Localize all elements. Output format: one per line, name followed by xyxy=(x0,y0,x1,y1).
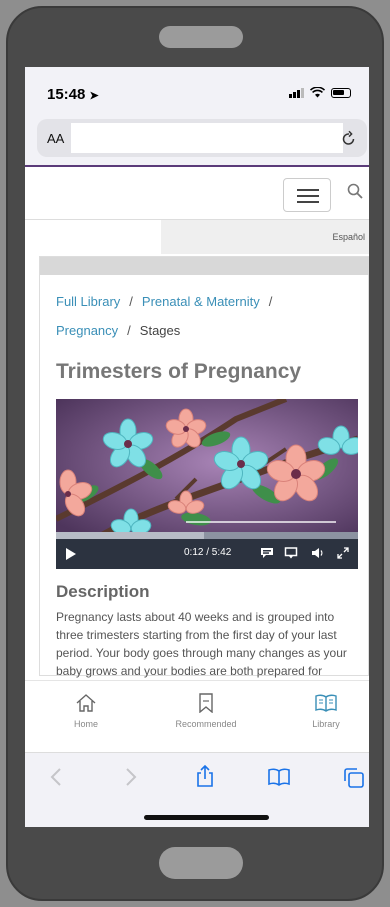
video-time: 0:12 / 5:42 xyxy=(184,547,232,558)
tab-recommended-label: Recommended xyxy=(175,719,237,729)
tab-home-label: Home xyxy=(73,719,98,729)
app-tab-bar: Home Recommended Library xyxy=(25,680,369,752)
breadcrumb-item-prenatal[interactable]: Prenatal & Maternity xyxy=(142,294,260,309)
breadcrumb-separator: / xyxy=(127,323,131,338)
language-link[interactable]: Español xyxy=(332,232,365,242)
play-icon[interactable] xyxy=(66,548,76,560)
status-icons xyxy=(289,87,351,98)
volume-icon[interactable] xyxy=(311,547,325,559)
breadcrumb-item-pregnancy[interactable]: Pregnancy xyxy=(56,323,118,338)
share-icon[interactable] xyxy=(195,764,215,788)
language-bar: Español xyxy=(25,219,369,254)
tab-library[interactable]: Library xyxy=(276,693,369,729)
phone-speaker xyxy=(159,26,243,48)
page-title: Trimesters of Pregnancy xyxy=(56,360,302,383)
status-bar: 15:48 ➤ xyxy=(25,67,369,115)
screen: 15:48 ➤ AA Español Full Library / Prenat… xyxy=(25,67,369,827)
status-time-text: 15:48 xyxy=(47,86,86,103)
signal-icon xyxy=(289,87,304,98)
wifi-icon xyxy=(310,87,325,98)
bookmark-icon xyxy=(199,693,213,713)
address-bar[interactable]: AA xyxy=(37,119,367,157)
video-player[interactable]: 0:12 / 5:42 xyxy=(56,399,358,569)
breadcrumb: Full Library / Prenatal & Maternity / Pregn… xyxy=(56,287,356,345)
fullscreen-icon[interactable] xyxy=(337,547,349,559)
tab-library-label: Library xyxy=(312,719,340,729)
breadcrumb-separator: / xyxy=(129,294,133,309)
description-text: Pregnancy lasts about 40 weeks and is gr… xyxy=(56,610,347,678)
content-topband xyxy=(40,257,369,275)
menu-button[interactable] xyxy=(283,178,331,212)
search-icon[interactable] xyxy=(347,183,363,199)
book-icon xyxy=(315,694,337,712)
home-indicator xyxy=(144,815,269,820)
url-field[interactable] xyxy=(71,123,343,153)
breadcrumb-separator: / xyxy=(268,294,273,309)
reload-icon[interactable] xyxy=(341,129,357,147)
tab-home[interactable]: Home xyxy=(36,693,136,729)
video-controls: 0:12 / 5:42 xyxy=(56,539,358,569)
description-heading: Description xyxy=(56,582,150,601)
tabs-icon[interactable] xyxy=(343,767,365,789)
phone-home-button xyxy=(159,847,243,879)
hamburger-icon-line xyxy=(297,201,319,203)
breadcrumb-item-full-library[interactable]: Full Library xyxy=(56,294,120,309)
forward-icon[interactable] xyxy=(125,767,137,787)
status-time: 15:48 ➤ xyxy=(47,86,99,103)
video-frame-image xyxy=(56,399,358,539)
bookmarks-icon[interactable] xyxy=(267,767,291,787)
tab-recommended[interactable]: Recommended xyxy=(156,693,256,729)
browser-address-area: AA xyxy=(25,115,369,167)
site-header xyxy=(25,169,369,219)
hamburger-icon xyxy=(297,189,319,191)
text-size-button[interactable]: AA xyxy=(47,131,64,146)
content-card: Full Library / Prenatal & Maternity / Pregn… xyxy=(39,256,369,678)
browser-toolbar xyxy=(25,752,369,827)
transcript-icon[interactable] xyxy=(284,547,298,559)
home-icon xyxy=(76,694,96,712)
location-arrow-icon: ➤ xyxy=(89,90,99,102)
battery-icon xyxy=(331,87,351,98)
captions-icon[interactable] xyxy=(260,547,274,559)
breadcrumb-item-stages: Stages xyxy=(139,323,181,338)
back-icon[interactable] xyxy=(50,767,62,787)
hamburger-icon-line xyxy=(297,195,319,197)
video-progress-buffer xyxy=(56,532,204,539)
phone-frame: 15:48 ➤ AA Español Full Library / Prenat… xyxy=(6,6,384,901)
